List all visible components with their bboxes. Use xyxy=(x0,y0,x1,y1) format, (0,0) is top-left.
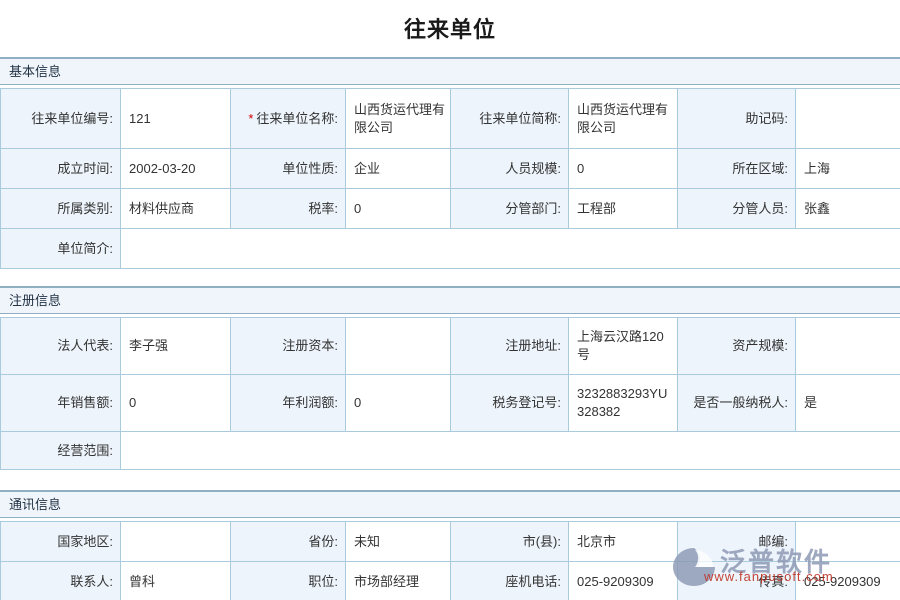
unit-nature-value: 企业 xyxy=(345,148,451,189)
position-value: 市场部经理 xyxy=(345,561,451,600)
annual-sales-label: 年销售额: xyxy=(0,374,121,432)
communication-info-table: 国家地区: 省份: 未知 市(县): 北京市 邮编: 联系人: 曾科 职位: 市… xyxy=(0,521,900,600)
registered-address-label: 注册地址: xyxy=(450,317,569,375)
category-value: 材料供应商 xyxy=(120,188,231,229)
required-marker: * xyxy=(248,110,254,126)
landline-phone-value: 025-9209309 xyxy=(568,561,678,600)
legal-representative-value: 李子强 xyxy=(120,317,231,375)
postal-code-label: 邮编: xyxy=(677,521,796,562)
contact-unit-detail-page: 往来单位 基本信息 往来单位编号: 121 * 往来单位名称: 山西货运代理有限公… xyxy=(0,0,900,600)
table-row: 往来单位编号: 121 * 往来单位名称: 山西货运代理有限公司 往来单位简称: … xyxy=(0,88,900,149)
category-label: 所属类别: xyxy=(0,188,121,229)
table-row: 国家地区: 省份: 未知 市(县): 北京市 邮编: xyxy=(0,521,900,562)
province-label: 省份: xyxy=(230,521,346,562)
managing-person-value: 张鑫 xyxy=(795,188,900,229)
registered-capital-label: 注册资本: xyxy=(230,317,346,375)
managing-person-label: 分管人员: xyxy=(677,188,796,229)
legal-representative-label: 法人代表: xyxy=(0,317,121,375)
table-row: 所属类别: 材料供应商 税率: 0 分管部门: 工程部 分管人员: 张鑫 xyxy=(0,188,900,229)
table-row: 单位简介: xyxy=(0,228,900,269)
business-scope-label: 经营范围: xyxy=(0,431,121,470)
contact-person-label: 联系人: xyxy=(0,561,121,600)
table-row: 成立时间: 2002-03-20 单位性质: 企业 人员规模: 0 所在区域: … xyxy=(0,148,900,189)
table-row: 年销售额: 0 年利润额: 0 税务登记号: 3232883293YU32838… xyxy=(0,374,900,432)
section-title: 通讯信息 xyxy=(9,497,62,512)
table-row: 法人代表: 李子强 注册资本: 注册地址: 上海云汉路120号 资产规模: xyxy=(0,317,900,375)
staff-size-label: 人员规模: xyxy=(450,148,569,189)
country-region-value xyxy=(120,521,231,562)
mnemonic-code-label: 助记码: xyxy=(677,88,796,149)
province-value: 未知 xyxy=(345,521,451,562)
fax-value: 025-9209309 xyxy=(795,561,900,600)
mnemonic-code-value xyxy=(795,88,900,149)
unit-intro-value xyxy=(120,228,900,269)
postal-code-value xyxy=(795,521,900,562)
business-scope-value xyxy=(120,431,900,470)
contact-person-value: 曾科 xyxy=(120,561,231,600)
unit-name-label: * 往来单位名称: xyxy=(230,88,346,149)
general-taxpayer-label: 是否一般纳税人: xyxy=(677,374,796,432)
registration-info-table: 法人代表: 李子强 注册资本: 注册地址: 上海云汉路120号 资产规模: 年销… xyxy=(0,317,900,470)
tax-registration-no-label: 税务登记号: xyxy=(450,374,569,432)
city-county-value: 北京市 xyxy=(568,521,678,562)
unit-intro-label: 单位简介: xyxy=(0,228,121,269)
general-taxpayer-value: 是 xyxy=(795,374,900,432)
section-header-basic-info: 基本信息 xyxy=(0,57,900,85)
annual-profit-value: 0 xyxy=(345,374,451,432)
table-row: 经营范围: xyxy=(0,431,900,470)
established-date-label: 成立时间: xyxy=(0,148,121,189)
landline-phone-label: 座机电话: xyxy=(450,561,569,600)
section-title: 基本信息 xyxy=(9,64,62,79)
country-region-label: 国家地区: xyxy=(0,521,121,562)
section-title: 注册信息 xyxy=(9,293,62,308)
unit-name-value: 山西货运代理有限公司 xyxy=(345,88,451,149)
managing-department-label: 分管部门: xyxy=(450,188,569,229)
position-label: 职位: xyxy=(230,561,346,600)
staff-size-value: 0 xyxy=(568,148,678,189)
annual-sales-value: 0 xyxy=(120,374,231,432)
established-date-value: 2002-03-20 xyxy=(120,148,231,189)
annual-profit-label: 年利润额: xyxy=(230,374,346,432)
basic-info-table: 往来单位编号: 121 * 往来单位名称: 山西货运代理有限公司 往来单位简称: … xyxy=(0,88,900,269)
managing-department-value: 工程部 xyxy=(568,188,678,229)
tax-registration-no-value: 3232883293YU328382 xyxy=(568,374,678,432)
registered-address-value: 上海云汉路120号 xyxy=(568,317,678,375)
registered-capital-value xyxy=(345,317,451,375)
region-label: 所在区域: xyxy=(677,148,796,189)
asset-scale-label: 资产规模: xyxy=(677,317,796,375)
unit-nature-label: 单位性质: xyxy=(230,148,346,189)
unit-code-value: 121 xyxy=(120,88,231,149)
tax-rate-value: 0 xyxy=(345,188,451,229)
section-header-registration-info: 注册信息 xyxy=(0,286,900,314)
table-row: 联系人: 曾科 职位: 市场部经理 座机电话: 025-9209309 传真: … xyxy=(0,561,900,600)
region-value: 上海 xyxy=(795,148,900,189)
asset-scale-value xyxy=(795,317,900,375)
section-header-communication-info: 通讯信息 xyxy=(0,490,900,518)
city-county-label: 市(县): xyxy=(450,521,569,562)
fax-label: 传真: xyxy=(677,561,796,600)
tax-rate-label: 税率: xyxy=(230,188,346,229)
unit-short-name-value: 山西货运代理有限公司 xyxy=(568,88,678,149)
unit-code-label: 往来单位编号: xyxy=(0,88,121,149)
unit-short-name-label: 往来单位简称: xyxy=(450,88,569,149)
page-title: 往来单位 xyxy=(403,17,496,42)
